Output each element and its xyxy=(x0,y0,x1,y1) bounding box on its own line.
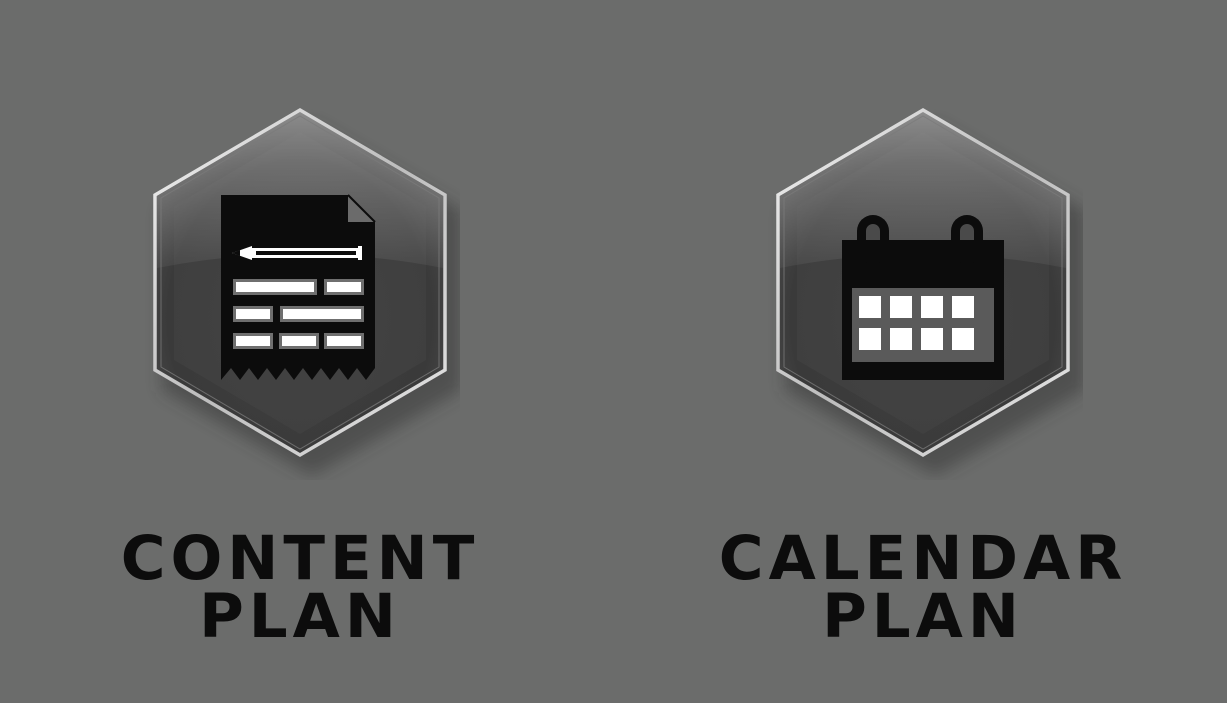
content-plan-tile[interactable]: CONTENT PLAN xyxy=(90,100,510,660)
document-pencil-icon xyxy=(221,194,376,380)
content-plan-label: CONTENT PLAN xyxy=(90,523,510,652)
calendar-plan-label-line1: CALENDAR xyxy=(718,523,1128,594)
calendar-plan-tile[interactable]: CALENDAR PLAN xyxy=(713,100,1133,660)
calendar-plan-label: CALENDAR PLAN xyxy=(713,523,1133,652)
hexagon-badge xyxy=(776,107,1083,476)
content-plan-hexagon-button[interactable] xyxy=(140,100,460,480)
content-plan-label-line1: CONTENT xyxy=(120,523,480,594)
content-plan-label-line2: PLAN xyxy=(199,581,401,652)
calendar-plan-label-line2: PLAN xyxy=(822,581,1024,652)
calendar-plan-hexagon-button[interactable] xyxy=(763,100,1083,480)
hexagon-badge xyxy=(153,107,460,476)
